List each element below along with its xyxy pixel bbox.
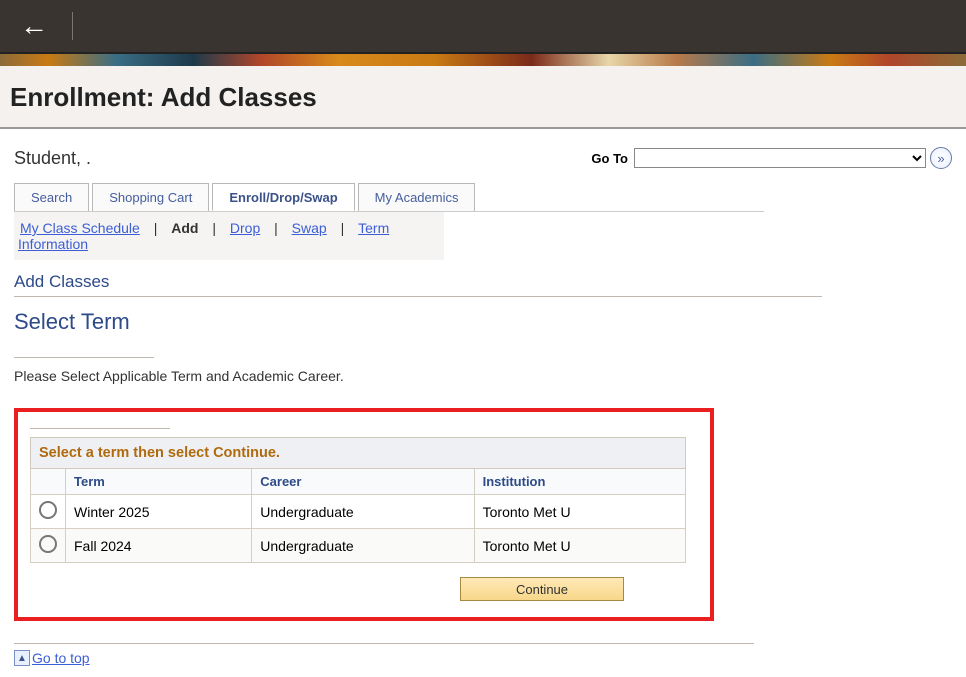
term-table: Select a term then select Continue. Term… <box>30 437 686 563</box>
col-career: Career <box>252 469 474 495</box>
go-to-top-link[interactable]: Go to top <box>32 650 90 666</box>
back-arrow-icon[interactable]: ← <box>12 10 56 42</box>
table-row: Fall 2024 Undergraduate Toronto Met U <box>31 529 686 563</box>
divider <box>30 428 170 429</box>
term-table-caption: Select a term then select Continue. <box>31 438 686 469</box>
cell-term: Fall 2024 <box>66 529 252 563</box>
cell-career: Undergraduate <box>252 495 474 529</box>
cell-term: Winter 2025 <box>66 495 252 529</box>
student-row: Student, . Go To » <box>14 147 952 169</box>
term-selection-highlight: Select a term then select Continue. Term… <box>14 408 714 621</box>
divider: | <box>333 220 353 236</box>
cell-institution: Toronto Met U <box>474 529 685 563</box>
term-radio[interactable] <box>39 535 57 553</box>
title-region: Enrollment: Add Classes <box>0 66 966 129</box>
link-add-current: Add <box>169 220 200 236</box>
cell-institution: Toronto Met U <box>474 495 685 529</box>
tab-enroll-drop-swap[interactable]: Enroll/Drop/Swap <box>212 183 354 211</box>
link-my-class-schedule[interactable]: My Class Schedule <box>18 220 142 236</box>
tab-my-academics[interactable]: My Academics <box>358 183 476 211</box>
link-drop[interactable]: Drop <box>228 220 262 236</box>
table-row: Winter 2025 Undergraduate Toronto Met U <box>31 495 686 529</box>
instruction-text: Please Select Applicable Term and Academ… <box>14 368 952 384</box>
goto-select[interactable] <box>634 148 926 168</box>
col-term: Term <box>66 469 252 495</box>
goto-go-icon[interactable]: » <box>930 147 952 169</box>
heading-add-classes: Add Classes <box>14 272 952 292</box>
divider: | <box>266 220 286 236</box>
col-select <box>31 469 66 495</box>
link-swap[interactable]: Swap <box>290 220 329 236</box>
divider <box>14 296 822 297</box>
student-name: Student, . <box>14 148 591 169</box>
divider: | <box>146 220 166 236</box>
go-to-top[interactable]: ▲ Go to top <box>14 650 90 666</box>
cell-career: Undergraduate <box>252 529 474 563</box>
divider: | <box>204 220 224 236</box>
divider <box>14 357 154 358</box>
decorative-strip <box>0 54 966 66</box>
tab-shopping-cart[interactable]: Shopping Cart <box>92 183 209 211</box>
page-title: Enrollment: Add Classes <box>10 82 956 113</box>
term-radio[interactable] <box>39 501 57 519</box>
up-arrow-icon: ▲ <box>14 650 30 666</box>
continue-button[interactable]: Continue <box>460 577 624 601</box>
sub-tab-links: My Class Schedule | Add | Drop | Swap | … <box>14 212 444 260</box>
divider <box>72 12 73 40</box>
tab-search[interactable]: Search <box>14 183 89 211</box>
app-top-bar: ← <box>0 0 966 54</box>
goto-label: Go To <box>591 151 628 166</box>
heading-select-term: Select Term <box>14 309 952 335</box>
divider <box>14 643 754 644</box>
col-institution: Institution <box>474 469 685 495</box>
main-tabs: Search Shopping Cart Enroll/Drop/Swap My… <box>14 183 764 212</box>
